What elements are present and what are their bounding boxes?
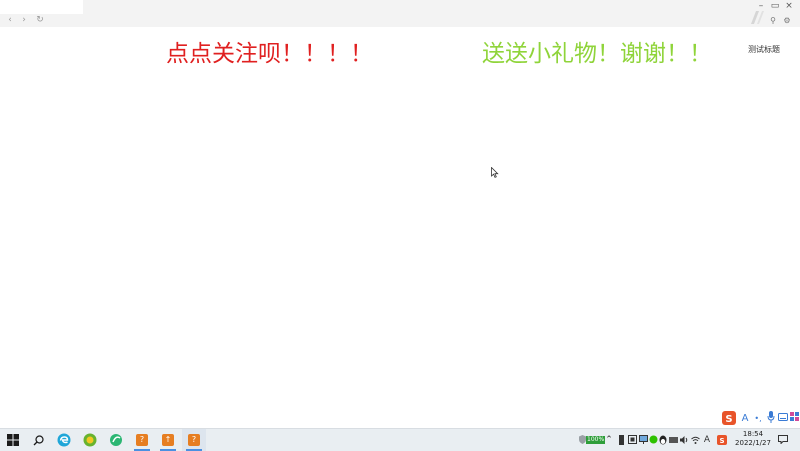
svg-text:S: S	[719, 437, 724, 445]
search-button[interactable]	[26, 429, 50, 451]
app-1-icon: ?	[136, 434, 148, 446]
app-2-icon: ↑	[162, 434, 174, 446]
folder-icon[interactable]	[668, 429, 678, 451]
keyboard-icon[interactable]	[777, 411, 789, 427]
refresh-button[interactable]: ↻	[34, 14, 46, 27]
qq-icon[interactable]	[658, 429, 668, 451]
mouse-cursor-icon	[491, 163, 499, 178]
title-bar: ‹ › ↻ – ▭ × ⚲ ⚙	[0, 0, 800, 27]
battery-indicator[interactable]: 100%	[586, 429, 606, 451]
taskbar-app-2[interactable]: ↑	[156, 429, 180, 451]
sogou-tray-icon[interactable]: S	[716, 429, 728, 451]
volume-icon[interactable]	[679, 429, 689, 451]
punctuation-toggle[interactable]: •,	[752, 411, 764, 427]
maximize-button[interactable]: ▭	[768, 0, 782, 13]
pin-icon[interactable]: ⚲	[767, 14, 779, 27]
sogou-icon[interactable]: S	[721, 411, 737, 427]
taskbar-browser-icon[interactable]	[104, 429, 128, 451]
settings-icon[interactable]: ⚙	[781, 14, 793, 27]
microphone-icon[interactable]	[765, 411, 777, 427]
taskbar-clock[interactable]: 18:54 2022/1/27	[734, 430, 772, 448]
back-button[interactable]: ‹	[4, 14, 16, 27]
clock-time: 18:54	[742, 430, 764, 438]
forward-button[interactable]: ›	[18, 14, 30, 27]
wechat-icon[interactable]	[648, 429, 658, 451]
browser-tab[interactable]	[0, 0, 83, 14]
app-3-icon: ?	[188, 434, 200, 446]
watermark-logo	[749, 8, 765, 26]
clock-date: 2022/1/27	[735, 439, 771, 447]
battery-percent: 100%	[586, 435, 606, 444]
usb-icon[interactable]	[617, 429, 625, 451]
corner-label: 测试标题	[748, 45, 780, 54]
chevron-up-icon[interactable]: ⌃	[604, 429, 614, 451]
network-adapter-icon[interactable]	[627, 429, 637, 451]
notification-icon[interactable]	[776, 429, 790, 451]
shield-icon[interactable]	[578, 429, 586, 451]
follow-banner: 点点关注呗！！！！	[166, 41, 373, 67]
svg-text:S: S	[725, 414, 732, 425]
close-button[interactable]: ×	[782, 0, 796, 13]
taskbar: ? ↑ ? 100% ⌃ A S	[0, 428, 800, 451]
taskbar-app-3[interactable]: ?	[182, 429, 206, 451]
input-language-button[interactable]: A	[739, 411, 751, 427]
taskbar-360-icon[interactable]	[78, 429, 102, 451]
start-button[interactable]	[1, 429, 25, 451]
taskbar-app-1[interactable]: ?	[130, 429, 154, 451]
display-icon[interactable]	[638, 429, 648, 451]
gift-banner: 送送小礼物！谢谢！！	[482, 41, 712, 67]
ime-toolbar: S A •,	[719, 411, 800, 427]
taskbar-edge-icon[interactable]	[52, 429, 76, 451]
input-method-indicator[interactable]: A	[702, 429, 712, 451]
wifi-icon[interactable]	[690, 429, 700, 451]
toolbox-icon[interactable]	[789, 411, 800, 427]
